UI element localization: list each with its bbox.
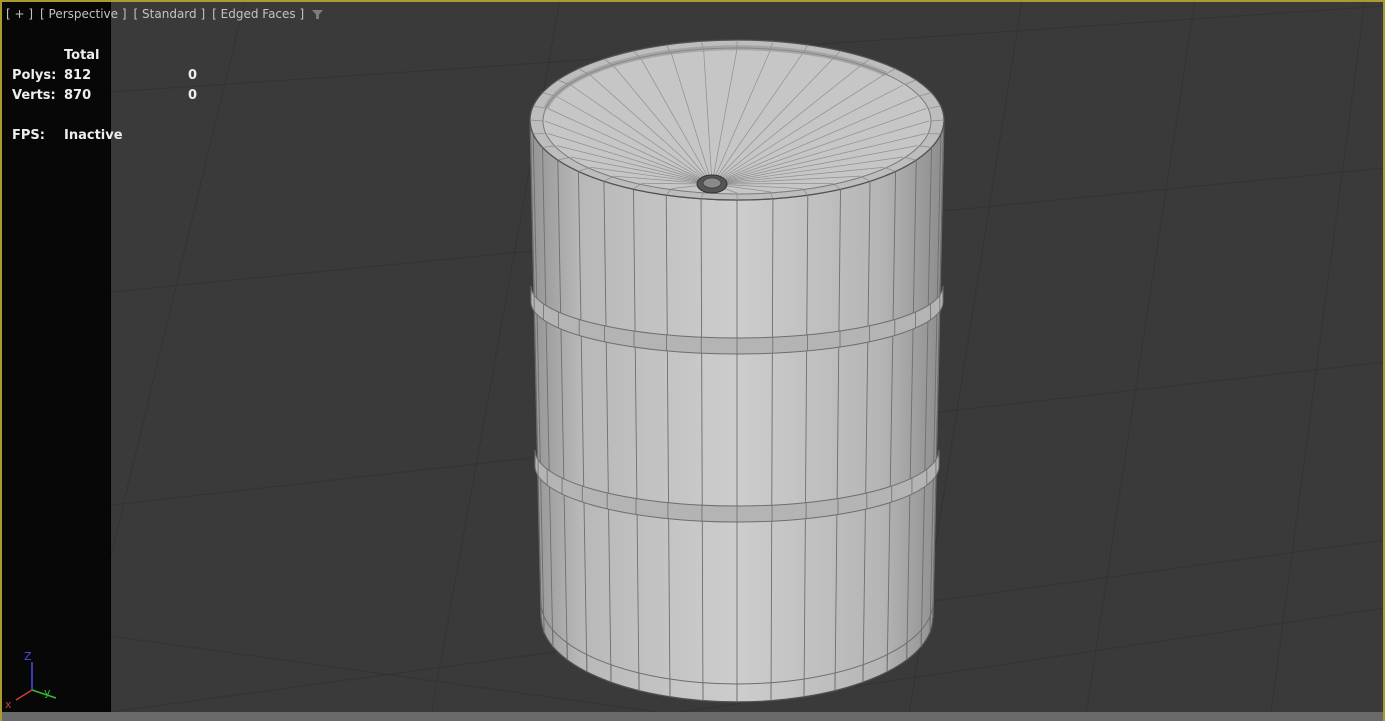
bottom-bar xyxy=(0,712,1385,721)
axis-y-label: y xyxy=(44,686,51,699)
verts-label: Verts: xyxy=(12,88,56,103)
statistics-overlay: Total Polys: 812 0 Verts: 870 0 FPS: Ina… xyxy=(0,48,240,148)
stats-fps-row: FPS: Inactive xyxy=(0,128,240,148)
stats-polys-row: Polys: 812 0 xyxy=(0,68,240,88)
viewport[interactable]: [ + ] [ Perspective ] [ Standard ] [ Edg… xyxy=(0,0,1385,721)
viewport-pov-menu[interactable]: [ Perspective ] xyxy=(40,7,127,21)
viewport-label: [ + ] [ Perspective ] [ Standard ] [ Edg… xyxy=(6,7,324,21)
verts-total-value: 870 xyxy=(64,88,92,103)
stats-total-header: Total xyxy=(64,48,100,63)
stats-header-row: Total xyxy=(0,48,240,68)
polys-selected-value: 0 xyxy=(188,68,198,83)
axis-z-label: Z xyxy=(24,650,32,663)
barrel-model[interactable] xyxy=(529,39,945,703)
verts-selected-value: 0 xyxy=(188,88,198,103)
fps-label: FPS: xyxy=(12,128,45,143)
polys-total-value: 812 xyxy=(64,68,92,83)
stats-spacer xyxy=(0,108,240,128)
polys-label: Polys: xyxy=(12,68,57,83)
viewport-general-menu[interactable]: [ + ] xyxy=(6,7,33,21)
viewport-shading-menu[interactable]: [ Standard ] xyxy=(134,7,206,21)
world-axis-gizmo: Z y x xyxy=(5,650,57,711)
axis-x-label: x xyxy=(5,698,12,711)
fps-value: Inactive xyxy=(64,128,123,143)
stats-verts-row: Verts: 870 0 xyxy=(0,88,240,108)
viewport-perview-menu[interactable]: [ Edged Faces ] xyxy=(212,7,304,21)
axis-x-line xyxy=(15,689,33,701)
viewport-filter-icon[interactable] xyxy=(311,9,324,20)
